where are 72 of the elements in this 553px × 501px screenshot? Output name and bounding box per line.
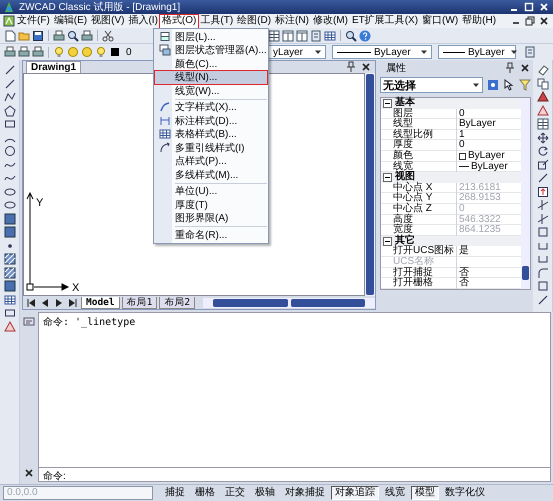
command-history-line: 命令: '_linetype — [43, 316, 136, 329]
property-value[interactable]: 否 — [457, 268, 521, 278]
status-toggle[interactable]: 数字化仪 — [441, 486, 489, 500]
status-toggle[interactable]: 正交 — [221, 486, 249, 500]
menu-item[interactable]: 表格样式(B)... — [155, 128, 267, 141]
group-name: 其它 — [395, 236, 415, 246]
layout-tab[interactable]: 布局1 — [122, 296, 158, 308]
property-name: 打开UCS图标 — [381, 246, 457, 257]
status-toggle[interactable]: 栅格 — [191, 486, 219, 500]
property-value[interactable]: ByLayer — [457, 150, 521, 162]
menu-item[interactable]: 线宽(W)... — [155, 84, 267, 98]
menu-item[interactable]: 点样式(P)... — [155, 154, 267, 168]
property-value[interactable]: 否 — [457, 278, 521, 289]
menu-item[interactable]: 窗口(W) — [420, 14, 460, 28]
property-value[interactable]: ByLayer — [457, 162, 521, 172]
y-axis-label: Y — [36, 197, 44, 209]
menu-item[interactable]: 工具(T) — [198, 14, 236, 28]
status-toggle[interactable]: 线宽 — [381, 486, 409, 500]
menu-item[interactable]: 多线样式(M)... — [155, 168, 267, 182]
menu-item[interactable]: 颜色(C)... — [155, 57, 267, 70]
menu-item[interactable]: ET扩展工具(X) — [350, 14, 420, 28]
menu-item[interactable]: 编辑(E) — [52, 14, 90, 28]
menu-item[interactable]: 文字样式(X)... — [155, 100, 267, 114]
layout-tab[interactable]: Model — [81, 296, 120, 308]
property-value[interactable]: ByLayer — [457, 119, 521, 130]
status-toggle[interactable]: 对象追踪 — [331, 486, 379, 500]
property-name: 中心点 Z — [381, 204, 457, 215]
window-title: ZWCAD Classic 试用版 - [Drawing1] — [19, 0, 182, 14]
layout-tab[interactable]: 布局2 — [159, 296, 196, 308]
linetype-combo[interactable]: ByLayer — [332, 45, 432, 59]
document-tab[interactable]: Drawing1 — [26, 61, 82, 73]
property-name: 颜色 — [381, 150, 457, 162]
menu-item[interactable]: 图形界限(A) — [155, 212, 267, 225]
selection-combo[interactable]: 无选择 — [380, 77, 483, 93]
status-toggle[interactable]: 对象捕捉 — [281, 486, 329, 500]
layer-name: 0 — [126, 46, 132, 58]
x-axis-label: X — [72, 282, 80, 294]
property-name: 厚度 — [381, 140, 457, 151]
property-value[interactable]: 1 — [457, 130, 521, 140]
menu-item[interactable]: 格式(O) — [160, 14, 198, 28]
property-name: 中心点 Y — [381, 193, 457, 204]
menu-item[interactable]: 帮助(H) — [460, 14, 498, 28]
status-toggle[interactable]: 模型 — [411, 486, 439, 500]
menu-item[interactable]: 标注样式(D)... — [155, 114, 267, 128]
panel-title: 属性 — [385, 62, 407, 75]
property-name: 线型 — [381, 119, 457, 130]
menu-item[interactable]: 单位(U)... — [155, 184, 267, 198]
coordinates-field: 0.0,0.0 — [3, 486, 153, 500]
group-name: 视图 — [395, 172, 415, 182]
status-toggle[interactable]: 捕捉 — [161, 486, 189, 500]
menu-item[interactable]: 图层(L)... — [155, 30, 267, 44]
property-name: UCS名称 — [381, 256, 457, 268]
menu-item[interactable]: 插入(I) — [126, 14, 160, 28]
lineweight-combo[interactable]: ByLayer — [438, 45, 516, 59]
menu-item[interactable]: 绘图(D) — [235, 14, 274, 28]
property-value[interactable]: 0 — [457, 140, 521, 151]
command-prompt[interactable]: 命令: — [43, 471, 66, 482]
property-name: 打开栅格 — [381, 278, 457, 289]
menu-item[interactable]: 厚度(T) — [155, 198, 267, 212]
property-value[interactable]: 0 — [457, 108, 521, 120]
menu-item[interactable]: 线型(N)... — [155, 70, 267, 84]
color-combo[interactable]: yLayer — [268, 45, 326, 59]
menu-item[interactable]: 标注(N) — [273, 14, 311, 28]
group-name: 基本 — [395, 98, 415, 108]
menu-item[interactable]: 视图(V) — [89, 14, 126, 28]
menu-item[interactable]: 多重引线样式(I) — [155, 141, 267, 154]
menu-item[interactable]: 文件(F) — [15, 14, 52, 28]
menu-item[interactable]: 图层状态管理器(A)... — [155, 44, 267, 57]
menu-item[interactable]: 修改(M) — [310, 14, 350, 28]
menu-item[interactable]: 重命名(R)... — [155, 228, 267, 242]
property-value[interactable]: 是 — [457, 246, 521, 257]
status-toggle[interactable]: 极轴 — [251, 486, 279, 500]
